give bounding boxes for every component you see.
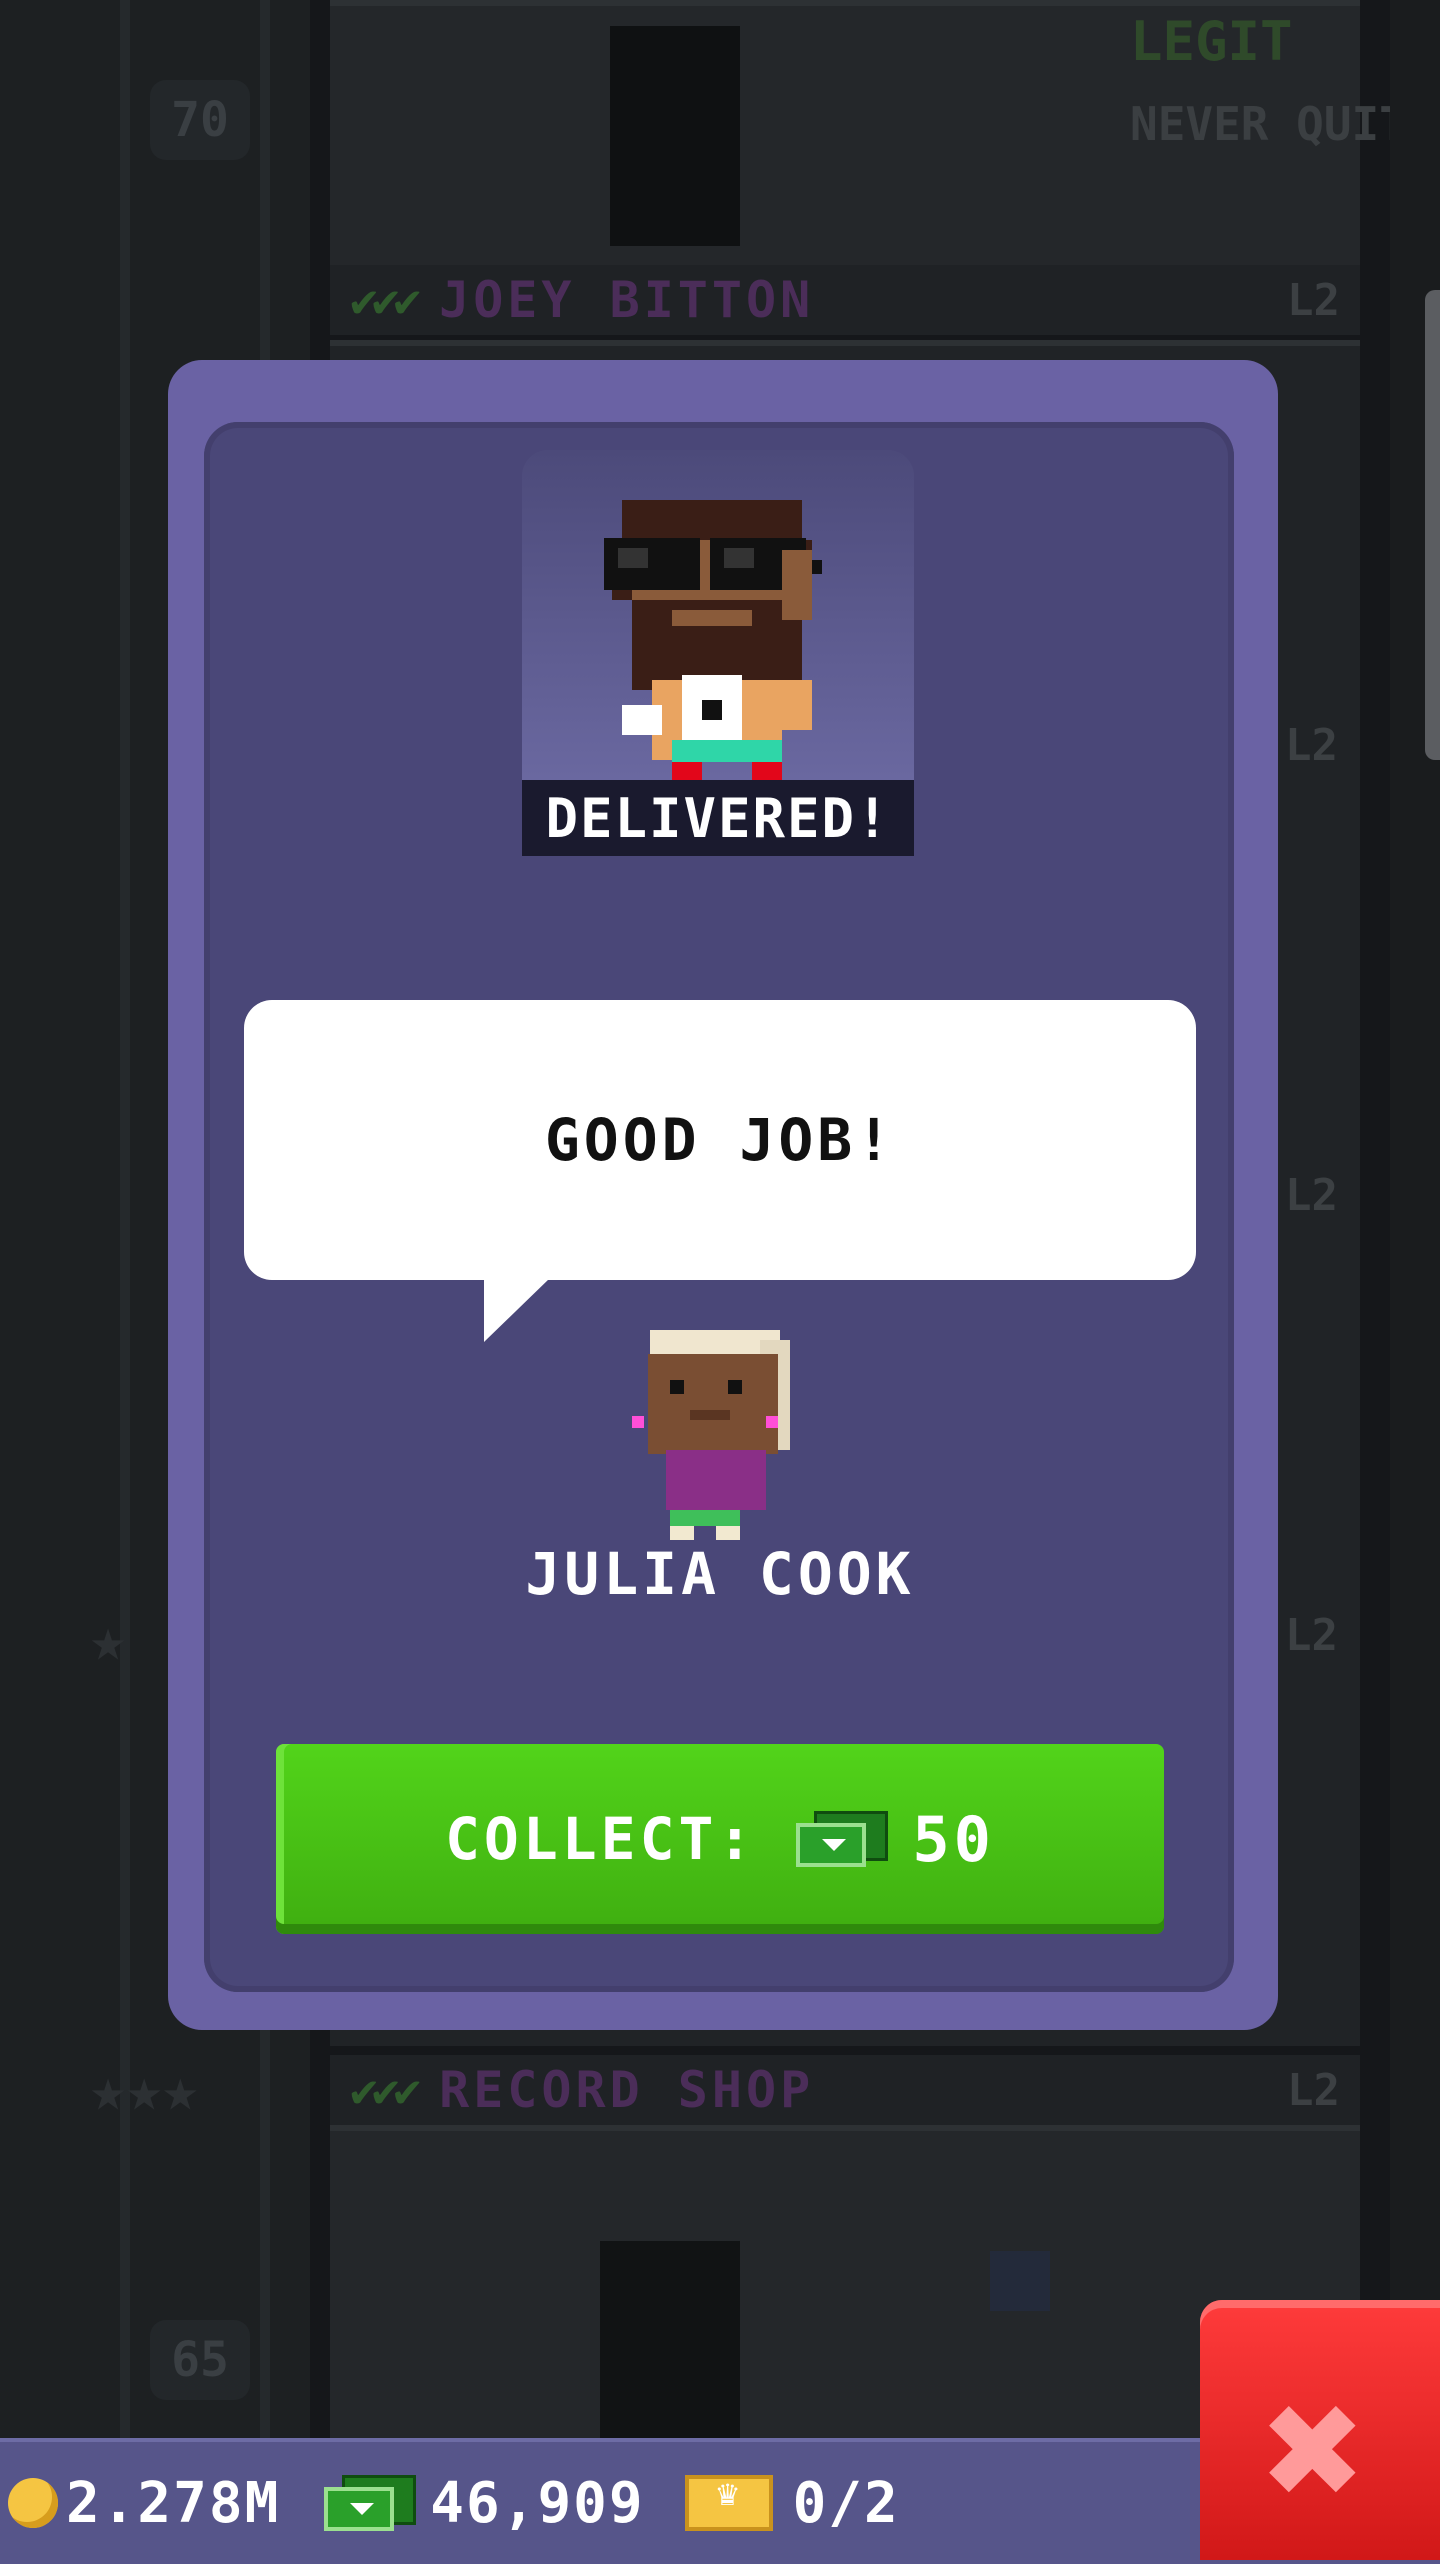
speech-text: GOOD JOB! [544,1106,896,1174]
collect-button[interactable]: COLLECT: 50 [276,1744,1164,1934]
coin-icon [8,2478,58,2528]
vip-counter[interactable]: 0/2 [684,2470,900,2536]
collect-label: COLLECT: [444,1805,757,1873]
delivery-dialog: DELIVERED! GOOD JOB! JULIA COOK COLLECT:… [0,0,1440,2560]
delivered-label: DELIVERED! [522,780,914,856]
vip-ticket-icon [684,2473,773,2531]
delivery-visitor-avatar [604,500,822,780]
recipient-name: JULIA COOK [525,1540,915,1608]
vip-amount: 0/2 [792,2470,900,2536]
bux-amount: 46,909 [430,2470,645,2536]
visitor-portrait [522,450,914,780]
coin-amount: 2.278M [66,2470,281,2536]
close-button[interactable]: ✖ [1200,2300,1440,2560]
speech-bubble-tail [484,1278,550,1342]
tower-bux-icon [796,1811,889,1867]
collect-amount: 50 [912,1802,995,1876]
tower-bux-icon [324,2475,417,2531]
bux-counter[interactable]: 46,909 [324,2471,644,2536]
coin-counter[interactable]: 2.278M [0,2471,280,2536]
recipient-avatar [632,1330,790,1540]
speech-bubble: GOOD JOB! [244,1000,1196,1280]
close-icon: ✖ [1263,2351,1367,2549]
